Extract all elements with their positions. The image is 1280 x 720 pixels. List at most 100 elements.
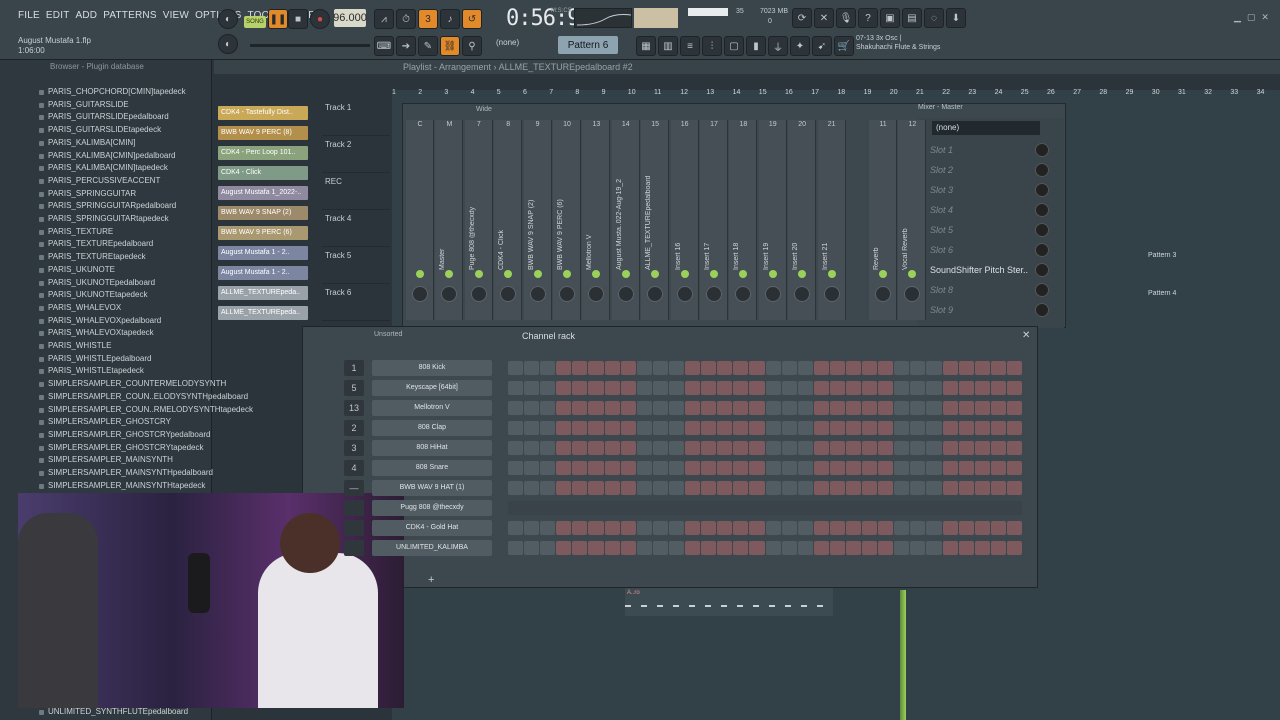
browser-item[interactable]: SIMPLERSAMPLER_GHOSTCRY [39, 416, 171, 429]
browser-item[interactable]: SIMPLERSAMPLER_COUN..RMELODYSYNTHtapedec… [39, 404, 253, 417]
menu-patterns[interactable]: PATTERNS [103, 10, 156, 21]
mixer-icon[interactable]: ⫶ [702, 36, 722, 56]
mixer-strip-led[interactable] [798, 270, 807, 278]
step-button[interactable] [652, 421, 668, 435]
mixer-strip-led[interactable] [710, 270, 718, 278]
step-button[interactable] [636, 541, 652, 555]
step-button[interactable] [990, 361, 1006, 375]
snap-select[interactable]: (none) [496, 38, 519, 47]
step-button[interactable] [668, 361, 685, 375]
step-button[interactable] [926, 421, 942, 435]
step-button[interactable] [620, 541, 636, 555]
channel-number[interactable]: 1 [344, 360, 364, 376]
mixer-strip[interactable]: 10 BWB WAV 9 PERC (6) [553, 120, 581, 320]
step-button[interactable] [572, 441, 588, 455]
stop-button[interactable]: ■ [288, 9, 308, 29]
channel-number[interactable]: 3 [344, 440, 364, 456]
step-button[interactable] [894, 521, 910, 535]
step-button[interactable] [926, 361, 942, 375]
step-button[interactable] [958, 361, 974, 375]
step-button[interactable] [540, 401, 556, 415]
mixer-strip-led[interactable] [651, 270, 660, 278]
step-button[interactable] [910, 441, 926, 455]
step-sequencer-row[interactable] [508, 461, 1022, 475]
playlist-icon[interactable]: ▦ [636, 36, 656, 56]
step-button[interactable] [572, 521, 588, 535]
step-button[interactable] [540, 441, 556, 455]
browser-item[interactable]: PARIS_WHISTLEtapedeck [39, 365, 144, 378]
slot-mix-knob[interactable] [1035, 203, 1049, 217]
channel-button[interactable]: BWB WAV 9 HAT (1) [372, 480, 492, 496]
slot-mix-knob[interactable] [1035, 163, 1049, 177]
mixer-strip[interactable]: C [406, 120, 434, 320]
slot-mix-knob[interactable] [1035, 143, 1049, 157]
step-button[interactable] [588, 381, 604, 395]
step-button[interactable] [668, 401, 685, 415]
step-button[interactable] [717, 361, 733, 375]
step-button[interactable] [556, 441, 572, 455]
mixer-strip[interactable]: 20 Insert 20 [788, 120, 817, 320]
step-button[interactable] [749, 361, 765, 375]
step-button[interactable] [749, 521, 765, 535]
step-button[interactable] [749, 401, 765, 415]
step-button[interactable] [588, 421, 604, 435]
browser-item[interactable]: SIMPLERSAMPLER_MAINSYNTH [39, 454, 173, 467]
step-button[interactable] [862, 381, 878, 395]
step-button[interactable] [604, 541, 620, 555]
step-button[interactable] [733, 421, 749, 435]
add-channel-icon[interactable]: + [428, 574, 434, 586]
step-button[interactable] [845, 521, 862, 535]
browser-item[interactable]: SIMPLERSAMPLER_GHOSTCRYtapedeck [38, 442, 203, 455]
pan-knob[interactable] [529, 286, 546, 302]
pan-knob[interactable] [904, 286, 921, 302]
step-button[interactable] [604, 461, 620, 475]
step-button[interactable] [942, 481, 958, 495]
pencil-icon[interactable]: ✎ [418, 36, 438, 56]
step-button[interactable] [781, 521, 797, 535]
mixer-slot[interactable]: Slot 9 [922, 301, 1042, 319]
channel-button[interactable]: 808 HiHat [372, 440, 492, 456]
mixer-strip-led[interactable] [592, 270, 601, 278]
browser-item[interactable]: PARIS_CHOPCHORD[CMIN]tapedeck [39, 86, 186, 99]
step-button[interactable] [668, 481, 685, 495]
step-button[interactable] [717, 461, 733, 475]
browser-item[interactable]: PARIS_WHISTLE [38, 340, 111, 353]
step-button[interactable] [749, 441, 765, 455]
menu-file[interactable]: FILE [18, 10, 40, 21]
step-button[interactable] [652, 541, 668, 555]
channel-number[interactable]: 4 [344, 460, 364, 476]
step-button[interactable] [701, 461, 717, 475]
channel-number[interactable]: 5 [344, 380, 364, 396]
step-button[interactable] [845, 541, 862, 555]
step-button[interactable] [813, 401, 829, 415]
mixer-strip-led[interactable] [827, 270, 836, 278]
step-button[interactable] [894, 461, 910, 475]
step-button[interactable] [701, 541, 717, 555]
pan-knob[interactable] [500, 286, 517, 302]
mixer-strip-led[interactable] [416, 270, 424, 278]
step-button[interactable] [829, 361, 845, 375]
step-button[interactable] [845, 461, 862, 475]
step-button[interactable] [524, 521, 540, 535]
channel-button[interactable]: 808 Kick [372, 360, 492, 376]
step-button[interactable] [604, 381, 620, 395]
step-button[interactable] [1006, 521, 1022, 535]
tempo-display[interactable]: 96.000 [333, 9, 367, 27]
step-button[interactable] [668, 461, 685, 475]
browser-item[interactable]: PARIS_TEXTUREtapedeck [39, 251, 146, 264]
step-button[interactable] [894, 381, 910, 395]
mixer-slot[interactable]: Slot 5 [922, 221, 1042, 239]
step-button[interactable] [862, 361, 878, 375]
step-button[interactable] [540, 541, 556, 555]
browser-item[interactable]: PARIS_UKUNOTE [39, 264, 115, 277]
step-sequencer-row[interactable] [508, 361, 1022, 375]
step-button[interactable] [1006, 541, 1022, 555]
step-button[interactable] [781, 441, 797, 455]
step-button[interactable] [974, 441, 990, 455]
step-button[interactable] [556, 421, 572, 435]
step-button[interactable] [829, 421, 845, 435]
step-button[interactable] [910, 401, 926, 415]
step-button[interactable] [894, 421, 910, 435]
step-button[interactable] [878, 541, 894, 555]
step-button[interactable] [733, 441, 749, 455]
